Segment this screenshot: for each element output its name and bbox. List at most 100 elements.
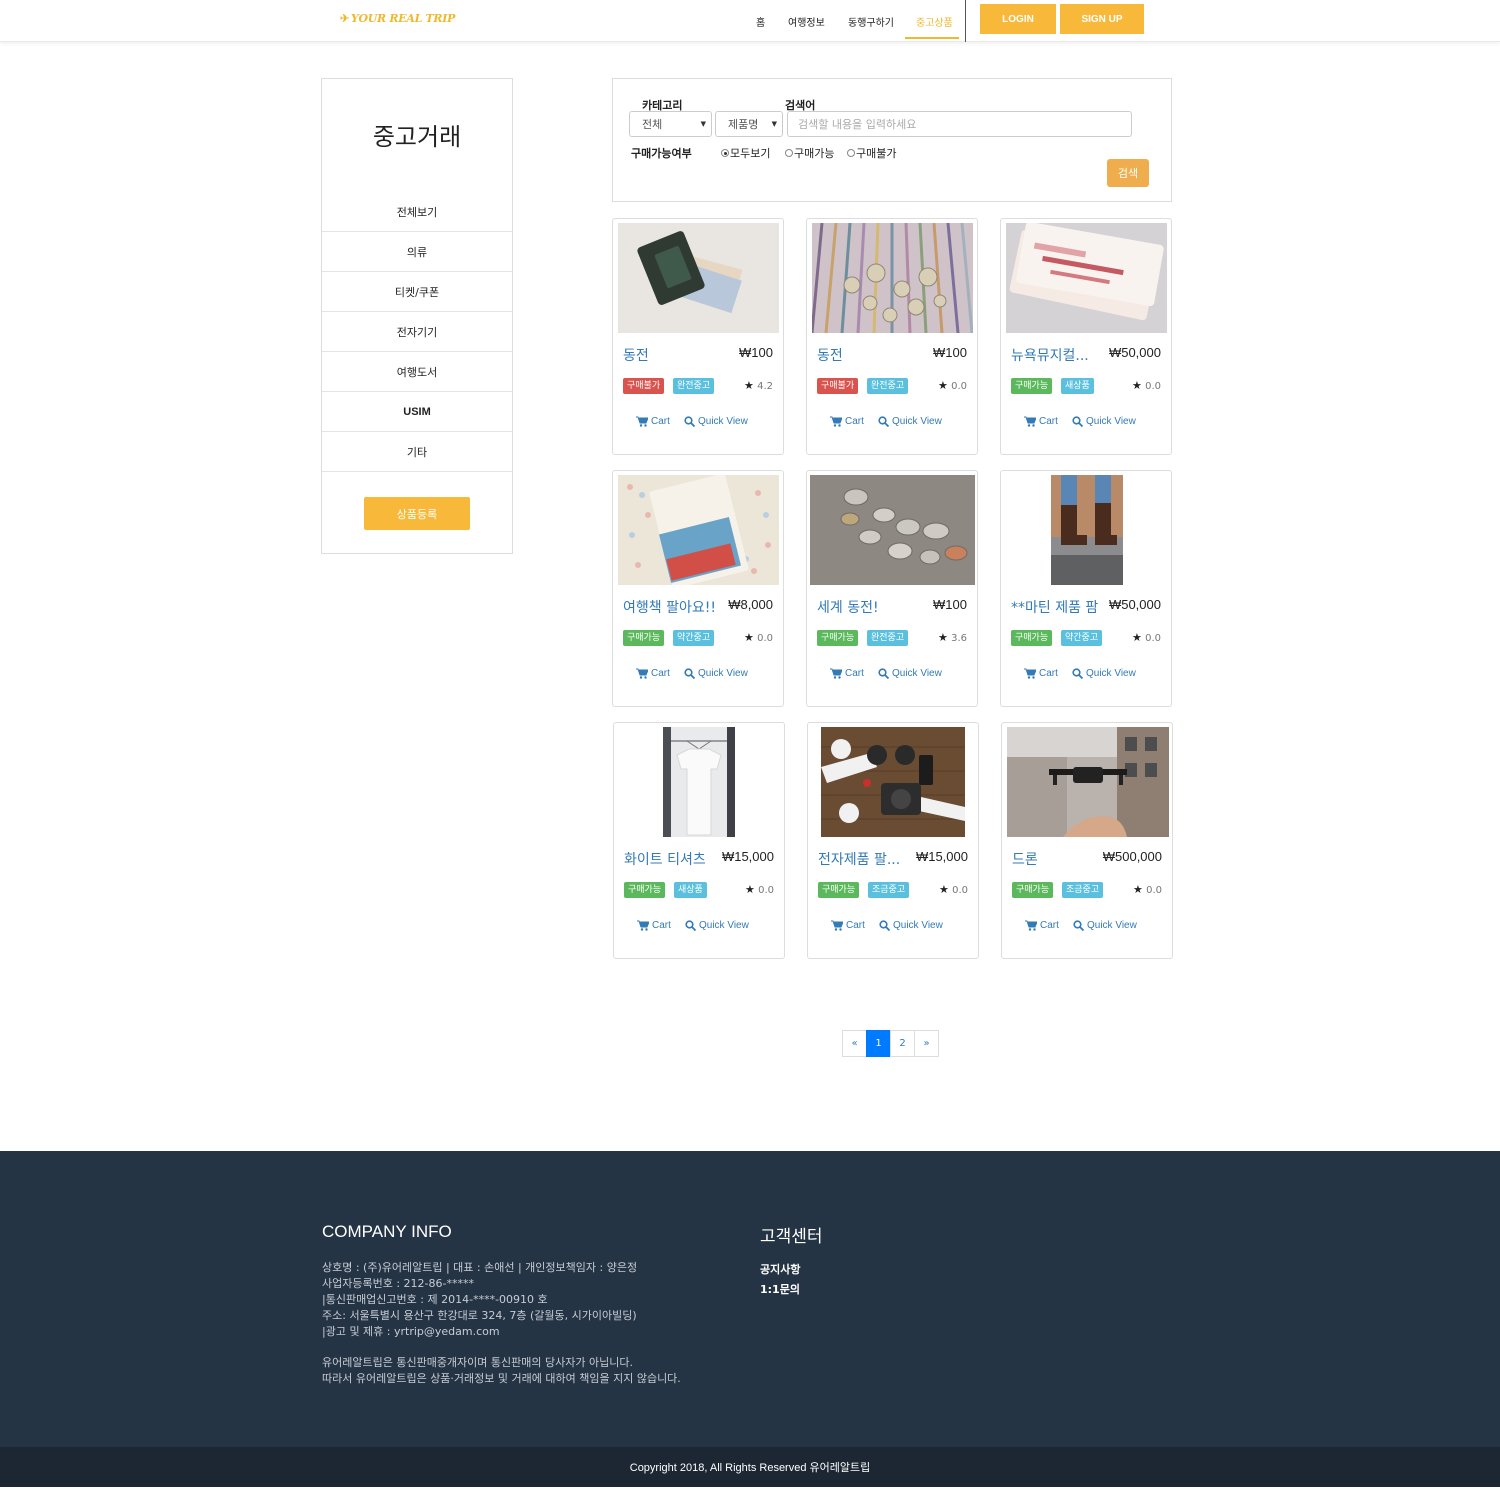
nav-link-home[interactable]: 홈	[756, 14, 765, 29]
quick-view-button[interactable]: Quick View	[879, 920, 943, 931]
quick-view-button[interactable]: Quick View	[685, 920, 749, 931]
product-card[interactable]: 동전 ₩100 구매불가 완전중고 ★ 0.0 Cart Quick View	[806, 218, 978, 455]
product-card[interactable]: 동전 ₩100 구매불가 완전중고 ★ 4.2 Cart Quick View	[612, 218, 784, 455]
cart-button[interactable]: Cart	[830, 668, 864, 679]
product-card[interactable]: 드론 ₩500,000 구매가능 조금중고 ★ 0.0 Cart Quick V…	[1001, 722, 1173, 959]
top-navbar: ✈ YOUR REAL TRIP 홈 여행정보 동행구하기 중고상품 LOGIN …	[0, 0, 1500, 42]
product-name[interactable]: 세계 동전!	[817, 597, 879, 617]
sidebar-item-other[interactable]: 기타	[322, 432, 512, 472]
company-disclaimer: 유어레알트립은 통신판매중개자이며 통신판매의 당사자가 아닙니다.	[322, 1356, 633, 1369]
rating: ★ 0.0	[1133, 883, 1162, 896]
cart-label: Cart	[651, 416, 670, 427]
quick-view-button[interactable]: Quick View	[1072, 668, 1136, 679]
product-image[interactable]	[618, 475, 779, 585]
product-price: ₩50,000	[1108, 345, 1161, 360]
sidebar-item-tickets[interactable]: 티켓/쿠폰	[322, 272, 512, 312]
radio-all[interactable]: 모두보기	[721, 145, 770, 161]
product-name[interactable]: 뉴욕뮤지컬...	[1011, 345, 1089, 365]
site-logo[interactable]: ✈ YOUR REAL TRIP	[340, 12, 455, 25]
condition-badge: 약간중고	[1061, 630, 1103, 646]
support-link-inquiry[interactable]: 1:1문의	[760, 1281, 800, 1297]
cart-label: Cart	[846, 920, 865, 931]
sidebar-item-travel-books[interactable]: 여행도서	[322, 352, 512, 392]
product-name[interactable]: 화이트 티셔츠	[624, 849, 706, 869]
pagination-prev[interactable]: «	[842, 1030, 867, 1057]
pagination-next[interactable]: »	[914, 1030, 939, 1057]
rating: ★ 3.6	[938, 631, 967, 644]
cart-label: Cart	[652, 920, 671, 931]
quick-view-button[interactable]: Quick View	[684, 416, 748, 427]
star-icon: ★	[1132, 379, 1142, 392]
quick-view-button[interactable]: Quick View	[878, 668, 942, 679]
product-image[interactable]	[1007, 727, 1169, 837]
login-button[interactable]: LOGIN	[980, 4, 1056, 34]
nav-link-companion[interactable]: 동행구하기	[848, 14, 894, 29]
product-image[interactable]	[812, 223, 973, 333]
product-card[interactable]: 여행책 팔아요!! ₩8,000 구매가능 약간중고 ★ 0.0 Cart Qu…	[612, 470, 784, 707]
search-field-select[interactable]: 제품명 ▼	[715, 111, 783, 137]
product-card[interactable]: 세계 동전! ₩100 구매가능 완전중고 ★ 3.6 Cart Quick V…	[806, 470, 978, 707]
radio-unavailable-label: 구매불가	[856, 147, 897, 160]
pagination-page-2[interactable]: 2	[890, 1030, 915, 1057]
search-icon	[878, 668, 889, 679]
product-name[interactable]: 여행책 팔아요!!	[623, 597, 716, 617]
product-card[interactable]: 뉴욕뮤지컬... ₩50,000 구매가능 새상품 ★ 0.0 Cart Qui…	[1000, 218, 1172, 455]
product-price: ₩15,000	[915, 849, 968, 864]
nav-divider	[965, 0, 966, 42]
status-badge: 구매가능	[817, 630, 859, 646]
product-card[interactable]: 전자제품 팔... ₩15,000 구매가능 조금중고 ★ 0.0 Cart Q…	[807, 722, 979, 959]
cart-button[interactable]: Cart	[831, 920, 865, 931]
product-image[interactable]	[618, 223, 779, 333]
signup-button[interactable]: SIGN UP	[1060, 4, 1144, 34]
quick-view-button[interactable]: Quick View	[1072, 416, 1136, 427]
radio-unavailable[interactable]: 구매불가	[847, 145, 896, 161]
pagination-page-1[interactable]: 1	[866, 1030, 891, 1057]
search-icon	[684, 416, 695, 427]
rating-value: 0.0	[758, 885, 774, 896]
status-badge: 구매불가	[623, 378, 665, 394]
product-name[interactable]: 동전	[817, 345, 843, 365]
register-product-button[interactable]: 상품등록	[364, 497, 470, 530]
star-icon: ★	[1133, 883, 1143, 896]
cart-button[interactable]: Cart	[1024, 416, 1058, 427]
cart-button[interactable]: Cart	[636, 416, 670, 427]
product-name[interactable]: 동전	[623, 345, 649, 365]
search-icon	[878, 416, 889, 427]
cart-button[interactable]: Cart	[636, 668, 670, 679]
product-image[interactable]	[663, 727, 735, 837]
product-name[interactable]: **마틴 제품 팜	[1011, 597, 1098, 617]
cart-button[interactable]: Cart	[637, 920, 671, 931]
product-price: ₩8,000	[728, 597, 773, 612]
sidebar-item-electronics[interactable]: 전자기기	[322, 312, 512, 352]
radio-available[interactable]: 구매가능	[785, 145, 834, 161]
nav-link-used-goods[interactable]: 중고상품	[916, 14, 953, 29]
product-name[interactable]: 드론	[1012, 849, 1038, 869]
rating-value: 0.0	[1145, 381, 1161, 392]
quick-view-button[interactable]: Quick View	[684, 668, 748, 679]
cart-icon	[637, 920, 649, 931]
sidebar-item-clothing[interactable]: 의류	[322, 232, 512, 272]
product-card[interactable]: 화이트 티셔츠 ₩15,000 구매가능 새상품 ★ 0.0 Cart Quic…	[613, 722, 785, 959]
product-image[interactable]	[1006, 223, 1167, 333]
sidebar-item-usim[interactable]: USIM	[322, 392, 512, 432]
product-image[interactable]	[810, 475, 975, 585]
product-name[interactable]: 전자제품 팔...	[818, 849, 900, 869]
sidebar-item-all[interactable]: 전체보기	[322, 192, 512, 232]
product-image[interactable]	[1051, 475, 1123, 585]
cart-icon	[830, 416, 842, 427]
product-price: ₩100	[933, 597, 967, 612]
quick-view-button[interactable]: Quick View	[878, 416, 942, 427]
cart-button[interactable]: Cart	[830, 416, 864, 427]
nav-link-travel-info[interactable]: 여행정보	[788, 14, 825, 29]
product-card[interactable]: **마틴 제품 팜 ₩50,000 구매가능 약간중고 ★ 0.0 Cart Q…	[1000, 470, 1172, 707]
rating: ★ 0.0	[938, 379, 967, 392]
quick-view-button[interactable]: Quick View	[1073, 920, 1137, 931]
cart-button[interactable]: Cart	[1025, 920, 1059, 931]
support-link-notice[interactable]: 공지사항	[760, 1261, 800, 1277]
category-select[interactable]: 전체 ▼	[629, 111, 712, 137]
cart-button[interactable]: Cart	[1024, 668, 1058, 679]
search-button[interactable]: 검색	[1107, 159, 1149, 187]
company-disclaimer: 따라서 유어레알트립은 상품·거래정보 및 거래에 대하여 책임을 지지 않습니…	[322, 1372, 681, 1385]
product-image[interactable]	[821, 727, 965, 837]
search-input[interactable]	[787, 111, 1132, 137]
